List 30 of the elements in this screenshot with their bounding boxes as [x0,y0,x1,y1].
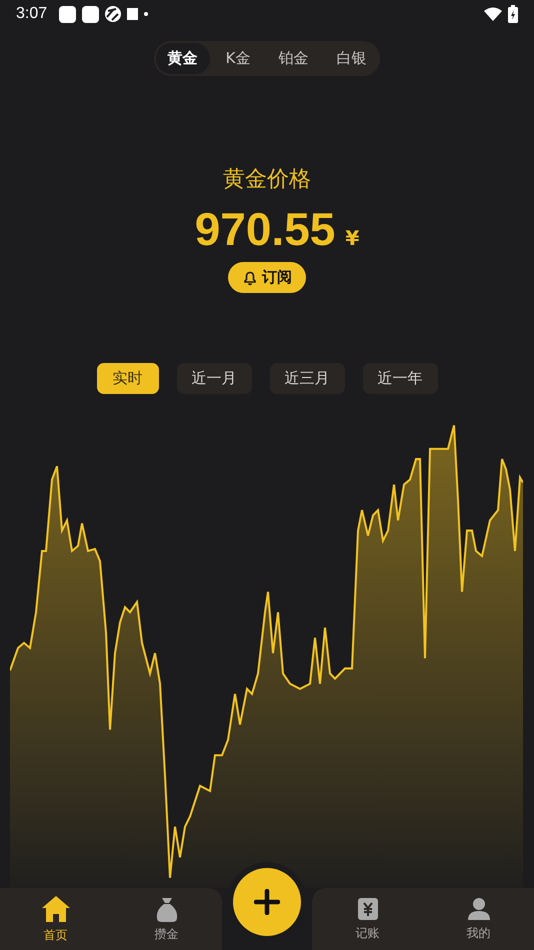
metal-tab[interactable]: 铂金 [266,43,320,74]
aperture-icon [105,6,122,22]
plus-icon [254,889,280,915]
subscribe-button[interactable]: 订阅 [228,262,306,293]
range-tab[interactable]: 近三月 [270,363,344,394]
metal-tab[interactable]: 黄金 [156,43,210,74]
price-value: 970.55 [194,202,336,256]
app-notification-icon [59,6,76,22]
metal-tab[interactable]: K金 [214,43,262,74]
bell-icon [242,270,258,286]
ledger-icon [356,896,378,920]
more-notifications-icon [144,12,148,16]
bag-icon [156,896,178,922]
nav-item[interactable]: 首页 [0,888,111,950]
range-tab[interactable]: 近一月 [176,363,252,394]
nav-item[interactable]: 记账 [312,888,423,950]
price-title: 黄金价格 [222,166,312,194]
metal-tab[interactable]: 白银 [324,43,378,74]
app-notification-icon [82,6,100,22]
person-icon [466,896,490,920]
add-button[interactable] [233,868,301,936]
range-tab[interactable]: 近一年 [362,363,438,394]
battery-icon [508,5,518,23]
wifi-icon [484,7,502,21]
status-time: 3:07 [16,5,48,23]
nav-item[interactable]: 攒金 [111,888,222,950]
nav-item[interactable]: 我的 [423,888,534,950]
range-tab[interactable]: 实时 [96,363,158,394]
currency-symbol: ¥ [345,226,360,250]
home-icon [40,894,70,922]
